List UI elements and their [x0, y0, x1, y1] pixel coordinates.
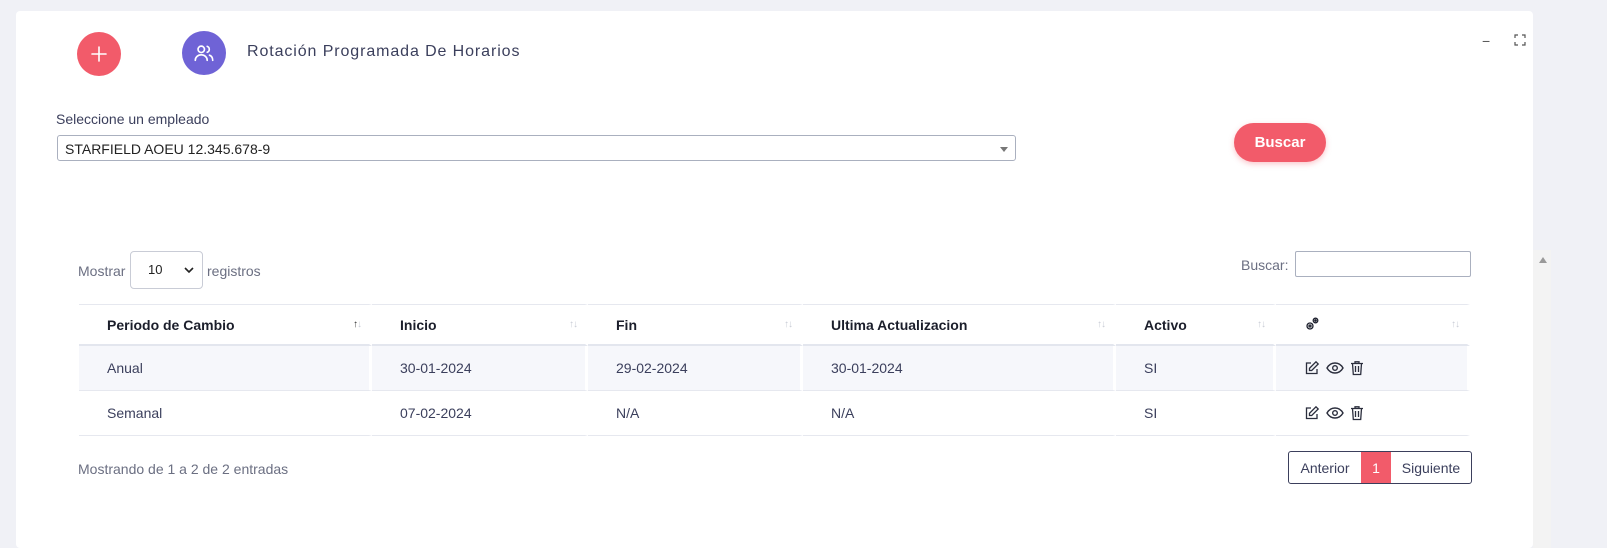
column-header-periodo[interactable]: Periodo de Cambio ↑↓ [79, 304, 372, 346]
chevron-down-icon [184, 252, 194, 303]
main-card: Rotación Programada De Horarios − Selecc… [16, 11, 1533, 548]
sort-icon: ↑↓ [784, 319, 793, 330]
cell-fin: N/A [588, 391, 803, 436]
minimize-icon[interactable]: − [1482, 33, 1490, 49]
delete-icon[interactable] [1350, 405, 1364, 421]
column-header-inicio[interactable]: Inicio ↑↓ [372, 304, 588, 346]
column-header-actualizacion[interactable]: Ultima Actualizacion ↑↓ [803, 304, 1116, 346]
employee-select-value: STARFIELD AOEU 12.345.678-9 [65, 141, 271, 157]
next-page-button[interactable]: Siguiente [1391, 452, 1471, 483]
cell-periodo: Anual [79, 346, 372, 391]
sort-icon: ↑↓ [569, 319, 578, 330]
users-button[interactable] [182, 31, 226, 75]
sort-icon: ↑↓ [1097, 319, 1106, 330]
search-button[interactable]: Buscar [1234, 123, 1326, 162]
employee-select[interactable]: STARFIELD AOEU 12.345.678-9 [57, 135, 1016, 161]
users-icon [194, 45, 214, 62]
column-header-actions[interactable]: ↑↓ [1276, 304, 1470, 346]
page-1-button[interactable]: 1 [1361, 452, 1391, 483]
column-header-activo[interactable]: Activo ↑↓ [1116, 304, 1276, 346]
cell-actualizacion: N/A [803, 391, 1116, 436]
cell-inicio: 07-02-2024 [372, 391, 588, 436]
table-row: Anual 30-01-2024 29-02-2024 30-01-2024 S… [79, 346, 1470, 391]
table-info: Mostrando de 1 a 2 de 2 entradas [78, 461, 289, 477]
cell-activo: SI [1116, 391, 1276, 436]
sort-icon: ↑↓ [1257, 319, 1266, 330]
cell-fin: 29-02-2024 [588, 346, 803, 391]
delete-icon[interactable] [1350, 360, 1364, 376]
add-button[interactable] [77, 32, 121, 76]
gears-icon [1306, 317, 1319, 330]
cell-periodo: Semanal [79, 391, 372, 436]
table-search-label: Buscar: [1241, 257, 1289, 273]
scroll-up-arrow-icon[interactable] [1539, 257, 1547, 263]
page-length-select[interactable]: 10 [130, 251, 203, 289]
column-header-fin[interactable]: Fin ↑↓ [588, 304, 803, 346]
page-length-value: 10 [148, 262, 163, 277]
cell-actions [1276, 346, 1470, 391]
records-label: registros [207, 263, 261, 279]
fullscreen-icon[interactable] [1514, 33, 1526, 49]
dropdown-caret-icon [1000, 147, 1008, 152]
edit-icon[interactable] [1304, 405, 1320, 421]
view-icon[interactable] [1326, 405, 1344, 421]
sort-icon: ↑↓ [353, 319, 362, 330]
cell-activo: SI [1116, 346, 1276, 391]
page-title: Rotación Programada De Horarios [247, 43, 521, 60]
cell-actualizacion: 30-01-2024 [803, 346, 1116, 391]
schedule-table: Periodo de Cambio ↑↓ Inicio ↑↓ Fin ↑↓ Ul… [79, 304, 1470, 436]
pagination: Anterior 1 Siguiente [1288, 451, 1472, 484]
previous-page-button[interactable]: Anterior [1289, 452, 1361, 483]
table-row: Semanal 07-02-2024 N/A N/A SI [79, 391, 1470, 436]
show-entries-label: Mostrar [78, 263, 126, 279]
cell-actions [1276, 391, 1470, 436]
cell-inicio: 30-01-2024 [372, 346, 588, 391]
plus-icon [91, 46, 107, 62]
table-search-input[interactable] [1295, 251, 1471, 277]
employee-select-label: Seleccione un empleado [56, 111, 210, 127]
view-icon[interactable] [1326, 360, 1344, 376]
edit-icon[interactable] [1304, 360, 1320, 376]
scrollbar-track[interactable] [1533, 250, 1551, 548]
sort-icon: ↑↓ [1451, 319, 1460, 330]
table-header-row: Periodo de Cambio ↑↓ Inicio ↑↓ Fin ↑↓ Ul… [79, 304, 1470, 346]
